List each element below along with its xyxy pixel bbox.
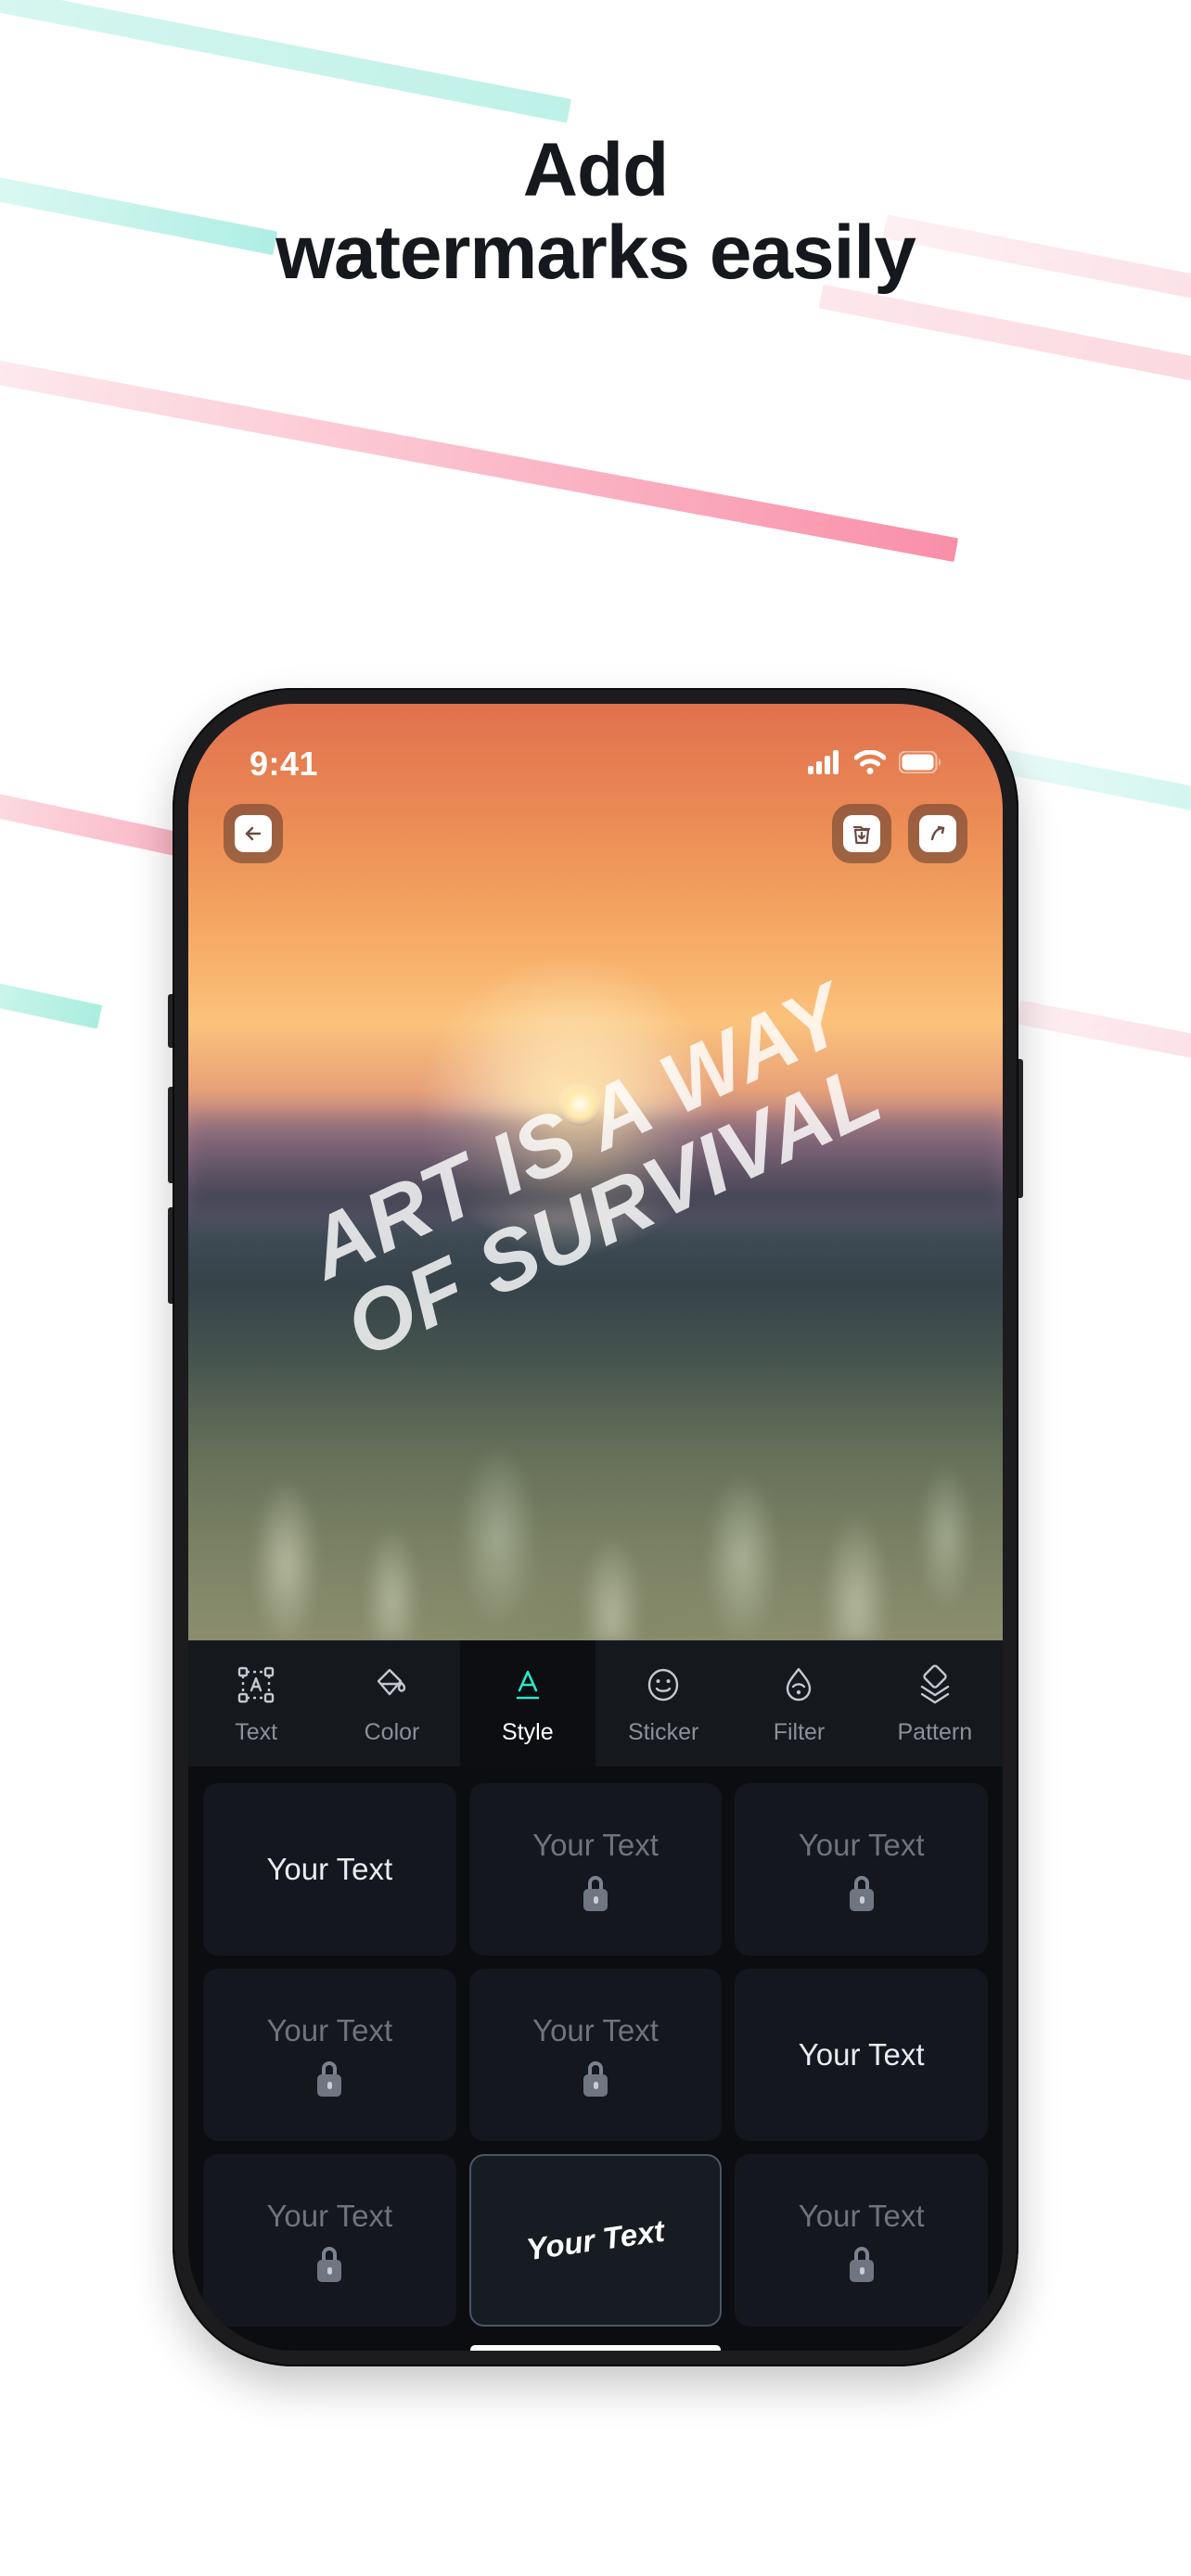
cellular-signal-icon [808,749,841,779]
style-preset-label: Your Text [266,2199,393,2233]
style-preset-cell[interactable]: Your Text [203,1783,456,1956]
style-preset-cell[interactable]: Your Text [203,2154,456,2327]
style-preset-label: Your Text [532,1828,659,1862]
status-icons [808,749,941,779]
volume-down-button[interactable] [168,1207,173,1304]
tab-style[interactable]: Style [459,1640,596,1766]
back-button[interactable] [224,804,283,863]
battery-icon [898,750,941,778]
lock-icon [315,2061,343,2097]
lock-icon [582,1876,609,1911]
tab-label-pattern: Pattern [897,1718,973,1745]
lock-icon [315,2247,343,2282]
tab-text[interactable]: Text [188,1640,324,1766]
toolbar-right-group [832,804,967,863]
headline-line-2: watermarks easily [275,210,916,295]
style-preset-cell[interactable]: Your Text [203,1969,456,2141]
canvas-toolbar [188,804,1003,863]
lock-icon [582,2061,609,2097]
tab-label-text: Text [235,1718,278,1745]
style-preset-cell[interactable]: Your Text [735,1783,988,1956]
share-arrow-icon [919,815,956,852]
style-preset-label: Your Text [798,2037,925,2072]
smiley-face-icon [643,1662,684,1708]
style-preset-cell[interactable]: Your Text [735,2154,988,2327]
back-arrow-icon [235,815,272,852]
ribbon-mint-1 [0,0,572,123]
save-download-icon [843,815,880,852]
ribbon-mint-3 [0,961,103,1029]
tab-label-sticker: Sticker [627,1718,699,1745]
phone-screen: ART IS A WAY OF SURVIVAL 9:41 Text Color… [188,704,1003,2351]
home-indicator[interactable] [470,2345,721,2351]
home-indicator-area [188,2327,1003,2351]
headline-line-1: Add [522,128,669,212]
style-preset-label: Your Text [798,2199,925,2233]
style-preset-label: Your Text [798,1828,925,1862]
style-preset-label: Your Text [266,2013,393,2047]
tab-pattern[interactable]: Pattern [867,1640,1003,1766]
tab-color[interactable]: Color [324,1640,459,1766]
style-preset-cell[interactable]: Your Text [468,1783,723,1956]
status-clock: 9:41 [250,745,319,783]
promo-headline: Add watermarks easily [0,128,1191,295]
lock-icon [848,1876,876,1911]
style-preset-label: Your Text [266,1852,393,1886]
editor-canvas[interactable]: ART IS A WAY OF SURVIVAL 9:41 [188,704,1003,1640]
tab-filter[interactable]: Filter [731,1640,866,1766]
style-preset-label: Your Text [524,2213,667,2267]
ribbon-pink-3 [0,351,959,563]
style-preset-grid: Your Text Your Text Your Text Your Text Your… [188,1766,1003,2327]
phone-mockup: ART IS A WAY OF SURVIVAL 9:41 Text Color… [168,688,1023,2366]
ribbon-pink-1 [818,284,1191,408]
style-preset-cell[interactable]: Your Text [468,1969,723,2141]
editor-tabbar: Text Color Style Sticker Filter Pattern [188,1640,1003,1766]
style-preset-label: Your Text [532,2013,659,2047]
status-bar: 9:41 [188,704,1003,793]
power-button[interactable] [1018,1059,1023,1198]
paint-drop-icon [371,1662,412,1708]
letter-a-icon [507,1662,548,1708]
style-preset-cell[interactable]: Your Text [468,2154,723,2327]
layers-icon [915,1662,955,1708]
tab-label-color: Color [364,1718,420,1745]
style-preset-cell[interactable]: Your Text [735,1969,988,2141]
wifi-icon [853,749,887,779]
text-frame-icon [236,1662,276,1708]
tab-sticker[interactable]: Sticker [596,1640,731,1766]
ribbon-pink-5 [1016,1000,1191,1083]
share-button[interactable] [908,804,967,863]
tab-label-filter: Filter [773,1718,826,1745]
filter-drop-icon [778,1662,819,1708]
tab-label-style: Style [502,1718,554,1745]
save-button[interactable] [832,804,891,863]
ribbon-mint-4 [1002,749,1191,833]
lock-icon [848,2247,876,2282]
